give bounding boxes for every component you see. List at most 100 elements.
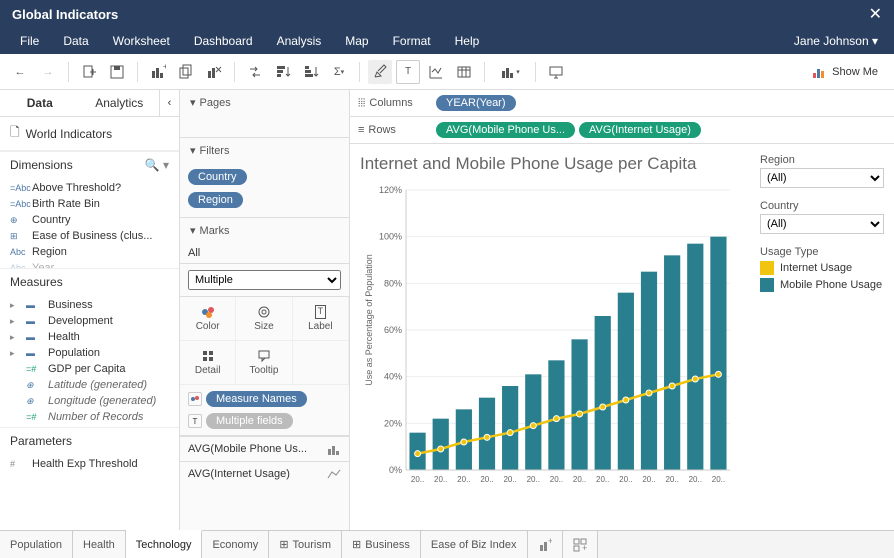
meas-population[interactable]: ▸▬Population [0, 345, 179, 361]
datasource-row[interactable]: 🗋 World Indicators [0, 117, 179, 151]
filter-pill-region[interactable]: Region [188, 192, 243, 208]
tab-technology[interactable]: Technology [126, 530, 203, 558]
marks-detail[interactable]: Detail [180, 341, 236, 385]
tab-analytics[interactable]: Analytics [80, 90, 160, 116]
param-health-exp[interactable]: #Health Exp Threshold [0, 456, 179, 472]
marks-type-select[interactable]: Multiple [188, 270, 341, 290]
filters-shelf[interactable]: Country Region [180, 163, 349, 217]
marks-tooltip[interactable]: Tooltip [236, 341, 292, 385]
menu-dashboard[interactable]: Dashboard [182, 34, 265, 48]
tab-business[interactable]: ⊞Business [342, 531, 421, 558]
new-worksheet-button[interactable]: + [146, 60, 170, 84]
swap-button[interactable] [243, 60, 267, 84]
tab-population[interactable]: Population [0, 531, 73, 558]
fit-button[interactable]: ▾ [493, 60, 527, 84]
new-dashboard-button[interactable]: + [563, 531, 598, 558]
new-datasource-button[interactable] [77, 60, 101, 84]
dimensions-header: Dimensions 🔍 ▾ [0, 151, 179, 178]
menu-format[interactable]: Format [381, 34, 443, 48]
meas-business[interactable]: ▸▬Business [0, 297, 179, 313]
meas-development[interactable]: ▸▬Development [0, 313, 179, 329]
pill-measure-names[interactable]: Measure Names [206, 391, 307, 407]
legend-mobile[interactable]: Mobile Phone Usage [760, 278, 884, 292]
new-sheet-button[interactable]: + [528, 531, 563, 558]
meas-numrecords[interactable]: =#Number of Records [0, 409, 179, 425]
tab-data[interactable]: Data [0, 90, 80, 116]
pill-multiple-fields[interactable]: Multiple fields [206, 413, 293, 429]
marks-all[interactable]: All [180, 243, 349, 264]
country-filter-select[interactable]: (All) [760, 214, 884, 234]
agg-mobile[interactable]: AVG(Mobile Phone Us... [180, 436, 349, 461]
svg-text:+: + [163, 64, 166, 71]
presentation-button[interactable] [544, 60, 568, 84]
showme-icon [812, 65, 826, 79]
pages-shelf[interactable] [180, 115, 349, 137]
menu-data[interactable]: Data [51, 34, 100, 48]
menu-help[interactable]: Help [443, 34, 492, 48]
svg-text:20..: 20.. [712, 475, 725, 484]
datasource-name: World Indicators [26, 127, 112, 141]
svg-text:20..: 20.. [434, 475, 447, 484]
menu-analysis[interactable]: Analysis [265, 34, 334, 48]
redo-button[interactable]: → [36, 60, 60, 84]
rows-label: ≡Rows [358, 124, 428, 136]
fix-axis-button[interactable] [424, 60, 448, 84]
legend-internet[interactable]: Internet Usage [760, 261, 884, 275]
save-button[interactable] [105, 60, 129, 84]
marks-label[interactable]: TLabel [293, 297, 349, 341]
tab-ease[interactable]: Ease of Biz Index [421, 531, 528, 558]
close-icon[interactable]: ✕ [869, 4, 882, 24]
meas-latitude[interactable]: ⊕Latitude (generated) [0, 377, 179, 393]
label-icon: T [188, 414, 202, 428]
marks-shelf-header: ▾Marks [180, 218, 349, 243]
tab-economy[interactable]: Economy [202, 531, 269, 558]
clear-button[interactable] [202, 60, 226, 84]
filter-pill-country[interactable]: Country [188, 169, 247, 185]
collapse-sidebar-icon[interactable]: ‹ [159, 90, 179, 116]
dim-birth-rate-bin[interactable]: =AbcBirth Rate Bin [0, 196, 179, 212]
svg-text:Use as Percentage of Populatio: Use as Percentage of Population [364, 254, 374, 386]
svg-text:20..: 20.. [411, 475, 424, 484]
undo-button[interactable]: ← [8, 60, 32, 84]
svg-text:20..: 20.. [457, 475, 470, 484]
svg-text:+: + [582, 543, 587, 552]
highlight-button[interactable] [368, 60, 392, 84]
dim-year[interactable]: AbcYear [0, 260, 179, 268]
totals-button[interactable]: Σ▾ [327, 60, 351, 84]
duplicate-button[interactable] [174, 60, 198, 84]
sheet-tabs: Population Health Technology Economy ⊞To… [0, 530, 894, 558]
meas-gdp[interactable]: =#GDP per Capita [0, 361, 179, 377]
meas-health[interactable]: ▸▬Health [0, 329, 179, 345]
dim-country[interactable]: ⊕Country [0, 212, 179, 228]
chart[interactable]: Use as Percentage of Population0%20%40%6… [360, 180, 740, 500]
tab-tourism[interactable]: ⊞Tourism [269, 531, 342, 558]
column-pill-year[interactable]: YEAR(Year) [436, 95, 516, 111]
label-button[interactable]: T [396, 60, 420, 84]
marks-color[interactable]: Color [180, 297, 236, 341]
menu-file[interactable]: File [8, 34, 51, 48]
menu-worksheet[interactable]: Worksheet [101, 34, 182, 48]
agg-internet[interactable]: AVG(Internet Usage) [180, 461, 349, 486]
menubar: File Data Worksheet Dashboard Analysis M… [0, 28, 894, 54]
row-pill-internet[interactable]: AVG(Internet Usage) [579, 122, 701, 138]
menu-map[interactable]: Map [333, 34, 380, 48]
row-pill-mobile[interactable]: AVG(Mobile Phone Us... [436, 122, 575, 138]
forecast-button[interactable] [452, 60, 476, 84]
sort-asc-button[interactable] [271, 60, 295, 84]
datasource-icon: 🗋 [10, 123, 20, 144]
meas-longitude[interactable]: ⊕Longitude (generated) [0, 393, 179, 409]
measures-header: Measures [0, 268, 179, 295]
svg-text:100%: 100% [379, 232, 402, 242]
svg-text:0%: 0% [389, 465, 402, 475]
dim-above-threshold[interactable]: =AbcAbove Threshold? [0, 180, 179, 196]
dim-region[interactable]: AbcRegion [0, 244, 179, 260]
dim-ease-biz[interactable]: ⊞Ease of Business (clus... [0, 228, 179, 244]
showme-button[interactable]: Show Me [804, 65, 886, 79]
user-menu[interactable]: Jane Johnson ▾ [786, 34, 886, 48]
search-icon[interactable]: 🔍 ▾ [145, 158, 169, 172]
region-filter-select[interactable]: (All) [760, 168, 884, 188]
sort-desc-button[interactable] [299, 60, 323, 84]
tab-health[interactable]: Health [73, 531, 126, 558]
marks-size[interactable]: Size [236, 297, 292, 341]
svg-text:40%: 40% [384, 372, 402, 382]
